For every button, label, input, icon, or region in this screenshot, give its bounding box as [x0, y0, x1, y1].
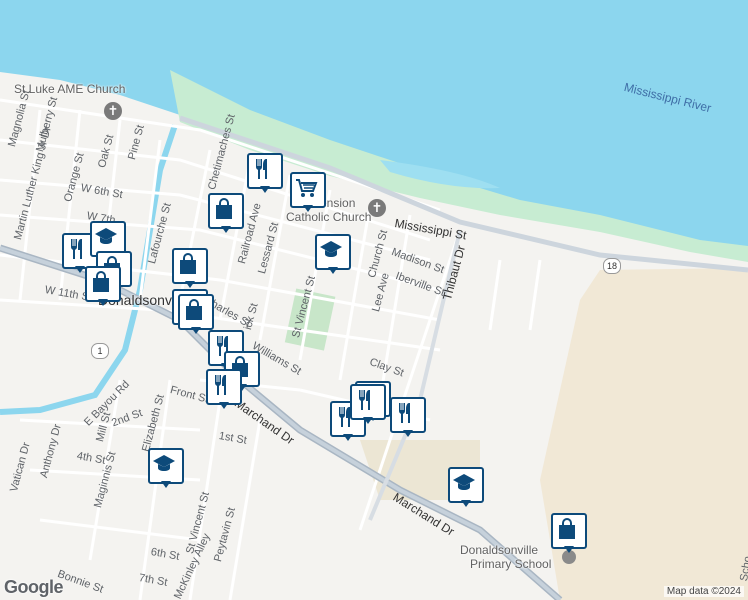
map-canvas[interactable]: Mississippi River St Luke AME Church ✝ A…: [0, 0, 748, 600]
shopping-pin[interactable]: [208, 193, 244, 237]
highway-shield: 18: [603, 258, 621, 274]
restaurant-pin[interactable]: [247, 153, 283, 197]
shopping-pin[interactable]: [551, 513, 587, 557]
google-logo: Google: [4, 577, 64, 597]
restaurant-pin[interactable]: [350, 384, 386, 428]
school-label: Primary School: [470, 557, 552, 571]
school-label: Donaldsonville: [460, 543, 539, 557]
school-pin[interactable]: [148, 448, 184, 492]
shopping-pin[interactable]: [85, 266, 121, 310]
restaurant-pin[interactable]: [206, 369, 242, 413]
grocery-pin[interactable]: [290, 172, 326, 216]
map-attribution[interactable]: Map data ©2024: [663, 586, 744, 597]
shopping-pin[interactable]: [172, 248, 208, 292]
school-pin[interactable]: [448, 467, 484, 511]
church-icon[interactable]: ✝: [368, 199, 386, 217]
school-pin[interactable]: [315, 234, 351, 278]
highway-shield: 1: [91, 343, 109, 359]
restaurant-pin[interactable]: [390, 397, 426, 441]
church-icon[interactable]: ✝: [104, 102, 122, 120]
